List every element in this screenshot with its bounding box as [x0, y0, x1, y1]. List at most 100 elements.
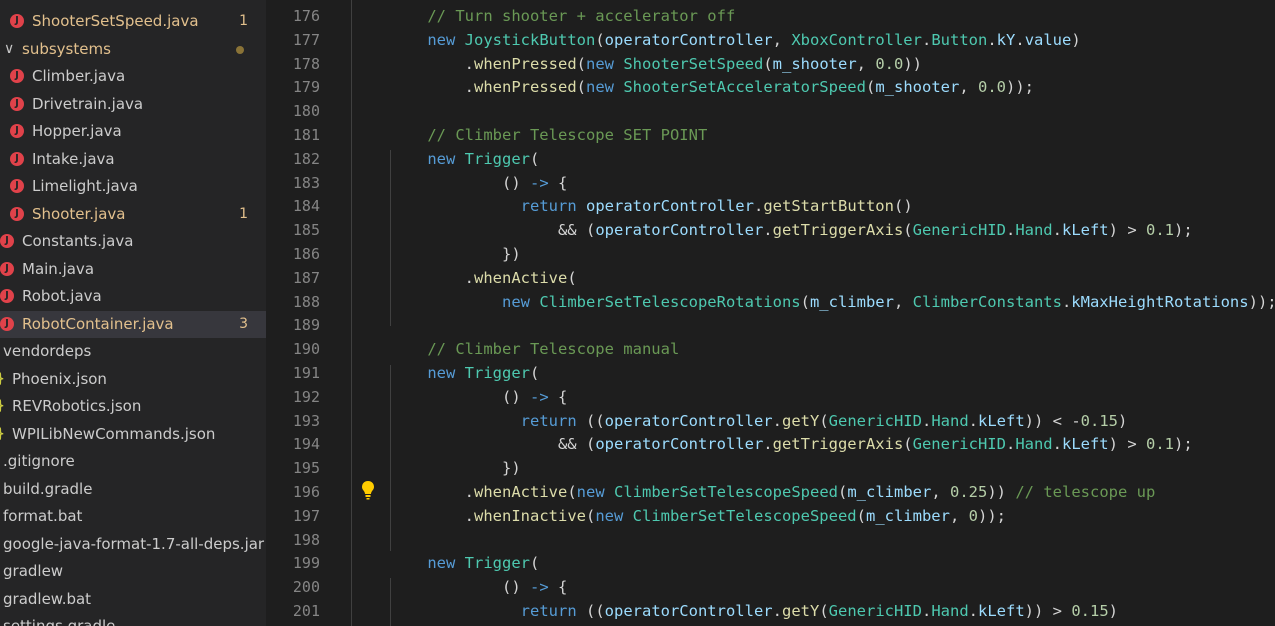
- explorer-item[interactable]: J Shooter.java 1: [0, 201, 266, 228]
- code-token: whenPressed: [474, 78, 577, 97]
- explorer-item[interactable]: } REVRobotics.json: [0, 393, 266, 420]
- code-line[interactable]: }): [390, 456, 521, 480]
- explorer-item[interactable]: J Main.java: [0, 256, 266, 283]
- code-token: .: [772, 602, 782, 620]
- code-token: );: [1173, 435, 1193, 454]
- code-line[interactable]: new ClimberSetTelescopeRotations(m_climb…: [390, 290, 1275, 314]
- explorer-item[interactable]: J Hopper.java: [0, 118, 266, 145]
- line-number: 177: [292, 30, 320, 49]
- explorer-item[interactable]: } Phoenix.json: [0, 366, 266, 393]
- code-line[interactable]: new Trigger(: [390, 147, 539, 171]
- code-token: (: [865, 78, 876, 97]
- code-token: getY: [781, 602, 820, 620]
- code-line[interactable]: new Trigger(: [390, 361, 539, 385]
- code-token: new: [427, 554, 456, 573]
- code-line[interactable]: () -> {: [390, 385, 567, 409]
- explorer-item[interactable]: google-java-format-1.7-all-deps.jar: [0, 531, 266, 558]
- code-token: getTriggerAxis: [772, 435, 904, 454]
- explorer-item[interactable]: gradlew.bat: [0, 586, 266, 613]
- code-token: ->: [529, 173, 549, 192]
- code-token: GenericHID: [912, 221, 1006, 240]
- explorer-item[interactable]: build.gradle: [0, 476, 266, 503]
- explorer-item[interactable]: vendordeps: [0, 338, 266, 365]
- explorer-item[interactable]: settings.gradle: [0, 613, 266, 626]
- code-token: .: [1015, 30, 1025, 49]
- code-editor[interactable]: 176 // Turn shooter + accelerator off 177…: [266, 0, 1275, 626]
- explorer-item-label: google-java-format-1.7-all-deps.jar: [3, 534, 265, 553]
- code-line[interactable]: .whenInactive(new ClimberSetTelescopeSpe…: [390, 504, 1006, 528]
- explorer-item[interactable]: J Intake.java: [0, 146, 266, 173]
- code-token: ClimberSetTelescopeRotations: [539, 292, 801, 311]
- code-line[interactable]: new JoystickButton(operatorController, X…: [390, 28, 1080, 52]
- code-token: (: [903, 221, 913, 240]
- java-file-icon: J: [10, 69, 24, 83]
- json-file-icon: }: [0, 421, 4, 448]
- code-line[interactable]: () -> {: [390, 171, 567, 195]
- code-line[interactable]: // Climber Telescope manual: [390, 337, 679, 361]
- code-line[interactable]: .whenPressed(new ShooterSetSpeed(m_shoot…: [390, 52, 922, 76]
- explorer-item[interactable]: J Climber.java: [0, 63, 266, 90]
- code-line[interactable]: .whenPressed(new ShooterSetAcceleratorSp…: [390, 75, 1034, 99]
- code-line[interactable]: && (operatorController.getTriggerAxis(Ge…: [390, 432, 1193, 456]
- explorer-item-label: Limelight.java: [32, 177, 138, 195]
- code-line[interactable]: && (operatorController.getTriggerAxis(Ge…: [390, 218, 1193, 242]
- code-line[interactable]: // Climber Telescope SET POINT: [390, 123, 707, 147]
- explorer-item[interactable]: gradlew: [0, 558, 266, 585]
- code-token: )) < -: [1024, 411, 1081, 430]
- code-token: (: [819, 602, 829, 620]
- explorer-item[interactable]: J RobotContainer.java 3: [0, 310, 266, 338]
- explorer-item[interactable]: ∨ subsystems: [0, 36, 266, 63]
- code-line[interactable]: .whenActive(new ClimberSetTelescopeSpeed…: [390, 480, 1156, 504]
- code-token: 0.15: [1071, 602, 1109, 620]
- code-token: ClimberSetTelescopeSpeed: [614, 483, 838, 501]
- code-line[interactable]: new Trigger(: [390, 551, 539, 575]
- code-token: kLeft: [978, 602, 1025, 620]
- code-line[interactable]: return ((operatorController.getY(Generic…: [390, 409, 1128, 433]
- code-token: 0.15: [1080, 411, 1118, 430]
- code-line[interactable]: .whenActive(: [390, 266, 577, 290]
- code-token: kLeft: [1061, 221, 1109, 240]
- code-line[interactable]: return operatorController.getStartButton…: [390, 194, 913, 218]
- code-token: ->: [529, 578, 549, 597]
- lightbulb-icon[interactable]: [360, 480, 376, 500]
- code-line[interactable]: // Turn shooter + accelerator off: [390, 4, 735, 28]
- code-token: new: [576, 483, 605, 501]
- code-token: (: [530, 149, 540, 168]
- explorer-item-label: Main.java: [22, 259, 95, 278]
- explorer-item[interactable]: J Constants.java: [0, 228, 266, 255]
- explorer-item[interactable]: } WPILibNewCommands.json: [0, 421, 266, 448]
- explorer-item[interactable]: J ShooterSetSpeed.java 1: [0, 8, 266, 35]
- explorer-item-label: Climber.java: [32, 67, 126, 85]
- code-line[interactable]: return ((operatorController.getY(Generic…: [390, 599, 1118, 623]
- code-token: kLeft: [1061, 435, 1109, 454]
- java-file-icon: J: [10, 14, 24, 28]
- java-file-icon: J: [0, 234, 14, 248]
- explorer-item-label: ShooterSetSpeed.java: [32, 12, 199, 30]
- explorer-item[interactable]: J Drivetrain.java: [0, 91, 266, 118]
- explorer-item[interactable]: .gitignore: [0, 448, 266, 475]
- explorer-item[interactable]: format.bat: [0, 503, 266, 530]
- explorer-item-label: Constants.java: [22, 232, 134, 250]
- explorer-item-label: build.gradle: [3, 479, 93, 498]
- code-token: // Turn shooter + accelerator off: [427, 7, 736, 25]
- explorer-item-label: WPILibNewCommands.json: [12, 424, 216, 443]
- explorer-item-label: Hopper.java: [32, 122, 122, 140]
- code-token: .: [968, 411, 978, 430]
- code-line[interactable]: () -> {: [390, 575, 567, 599]
- code-token: ): [1108, 602, 1119, 620]
- code-line[interactable]: }): [390, 242, 521, 266]
- code-token: Hand: [1015, 435, 1053, 454]
- code-token: && (: [390, 221, 596, 240]
- code-token: }): [390, 459, 521, 478]
- explorer-item[interactable]: J Limelight.java: [0, 173, 266, 200]
- line-number: 192: [292, 387, 320, 406]
- code-token: operatorController: [586, 197, 754, 216]
- chevron-down-icon[interactable]: ∨: [4, 36, 14, 63]
- explorer-item[interactable]: J Robot.java: [0, 283, 266, 310]
- explorer-item-label: Phoenix.json: [12, 369, 107, 388]
- code-token: XboxController: [791, 30, 922, 49]
- code-token: ((: [576, 411, 605, 430]
- code-token: Trigger: [464, 554, 530, 573]
- code-token: .: [921, 602, 932, 620]
